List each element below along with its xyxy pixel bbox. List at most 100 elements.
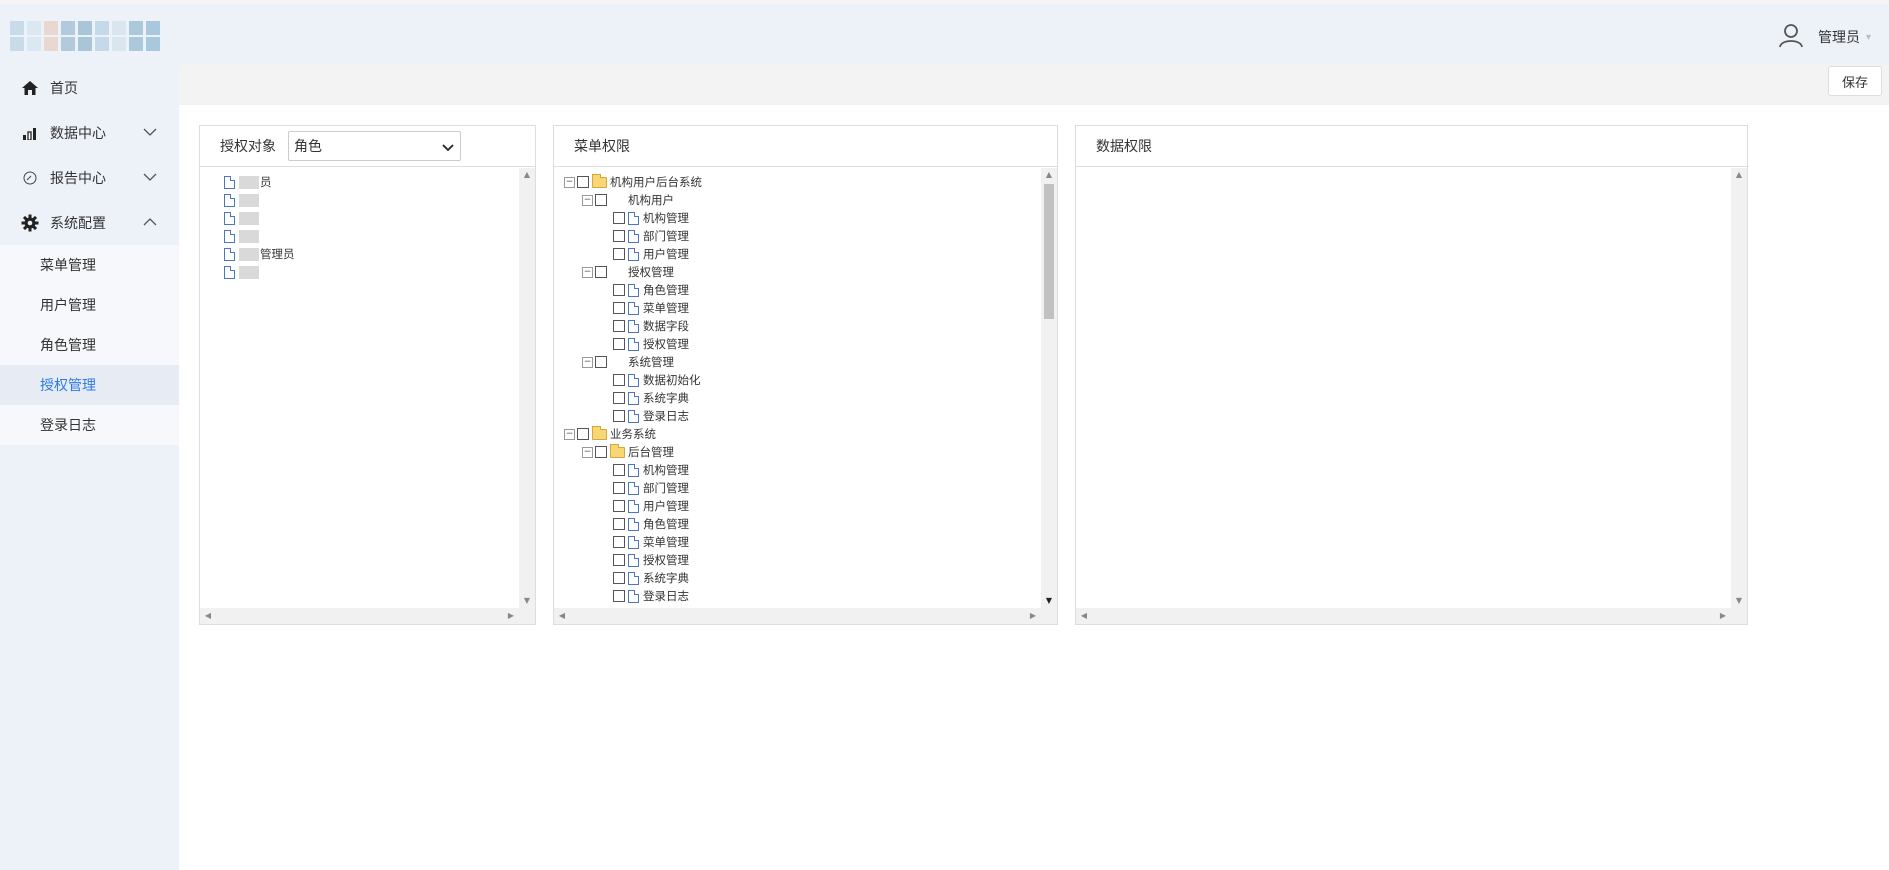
tree-checkbox[interactable] xyxy=(613,284,625,296)
horizontal-scrollbar[interactable]: ◀ ▶ xyxy=(554,608,1057,624)
tree-node-label[interactable]: 机构用户 xyxy=(628,192,674,208)
sidebar-item-menu-management[interactable]: 菜单管理 xyxy=(0,245,179,285)
collapse-toggle-icon[interactable]: − xyxy=(582,446,593,458)
tree-node-label[interactable]: 机构管理 xyxy=(643,462,689,478)
save-button[interactable]: 保存 xyxy=(1828,66,1882,96)
tree-node-label[interactable]: 部门管理 xyxy=(643,480,689,496)
tree-checkbox[interactable] xyxy=(595,446,607,458)
tree-node-label[interactable]: 登录日志 xyxy=(643,408,689,424)
tree-checkbox[interactable] xyxy=(613,554,625,566)
user-caret-icon[interactable]: ▾ xyxy=(1866,32,1871,43)
tree-node-label[interactable]: 系统管理 xyxy=(628,354,674,370)
tree-node-label[interactable]: 用户管理 xyxy=(643,498,689,514)
tree-node[interactable]: 登录日志 xyxy=(564,587,702,605)
tree-node[interactable]: 角色管理 xyxy=(564,515,702,533)
tree-checkbox[interactable] xyxy=(613,320,625,332)
user-menu[interactable]: 管理员 ▾ xyxy=(1778,22,1871,52)
collapse-toggle-icon[interactable]: − xyxy=(564,428,575,440)
user-avatar-icon[interactable] xyxy=(1778,22,1804,52)
tree-node[interactable]: 系统字典 xyxy=(564,389,702,407)
scroll-left-icon[interactable]: ◀ xyxy=(554,608,570,624)
scroll-right-icon[interactable]: ▶ xyxy=(1715,608,1731,624)
scroll-up-icon[interactable]: ▲ xyxy=(1731,168,1747,182)
role-item[interactable] xyxy=(224,191,295,209)
scroll-thumb[interactable] xyxy=(1044,184,1054,319)
chevron-up-icon[interactable] xyxy=(143,215,157,231)
chevron-down-icon[interactable] xyxy=(143,170,157,186)
horizontal-scrollbar[interactable]: ◀ ▶ xyxy=(200,608,535,624)
tree-node-label[interactable]: 部门管理 xyxy=(643,228,689,244)
tree-checkbox[interactable] xyxy=(613,410,625,422)
tree-node-label[interactable]: 数据初始化 xyxy=(643,372,701,388)
sidebar-item-system-config[interactable]: 系统配置 xyxy=(0,200,179,245)
tree-node-label[interactable]: 用户管理 xyxy=(643,246,689,262)
tree-checkbox[interactable] xyxy=(613,212,625,224)
tree-checkbox[interactable] xyxy=(613,536,625,548)
auth-object-select[interactable]: 角色 xyxy=(288,131,461,161)
tree-node[interactable]: − 系统管理 xyxy=(564,353,702,371)
tree-node-label[interactable]: 机构用户后台系统 xyxy=(610,174,702,190)
tree-node-label[interactable]: 登录日志 xyxy=(643,588,689,604)
scroll-right-icon[interactable]: ▶ xyxy=(1025,608,1041,624)
collapse-toggle-icon[interactable]: − xyxy=(582,194,593,206)
tree-node[interactable]: − 机构用户 xyxy=(564,191,702,209)
tree-node[interactable]: 部门管理 xyxy=(564,479,702,497)
role-item[interactable] xyxy=(224,209,295,227)
tree-node[interactable]: − 业务系统 xyxy=(564,425,702,443)
horizontal-scrollbar[interactable]: ◀ ▶ xyxy=(1076,608,1747,624)
tree-node-label[interactable]: 菜单管理 xyxy=(643,300,689,316)
tree-node[interactable]: 机构管理 xyxy=(564,461,702,479)
role-item[interactable]: 管理员 xyxy=(224,245,295,263)
tree-checkbox[interactable] xyxy=(595,266,607,278)
tree-checkbox[interactable] xyxy=(577,428,589,440)
tree-checkbox[interactable] xyxy=(613,482,625,494)
tree-checkbox[interactable] xyxy=(613,230,625,242)
tree-node-label[interactable]: 业务系统 xyxy=(610,426,656,442)
tree-checkbox[interactable] xyxy=(613,572,625,584)
tree-node-label[interactable]: 系统字典 xyxy=(643,570,689,586)
sidebar-item-report-center[interactable]: 报告中心 xyxy=(0,155,179,200)
scroll-down-icon[interactable]: ▼ xyxy=(1731,594,1747,608)
tree-node[interactable]: 部门管理 xyxy=(564,227,702,245)
user-name[interactable]: 管理员 xyxy=(1818,27,1860,47)
tree-node[interactable]: 机构管理 xyxy=(564,209,702,227)
sidebar-item-login-log[interactable]: 登录日志 xyxy=(0,405,179,445)
sidebar-item-role-management[interactable]: 角色管理 xyxy=(0,325,179,365)
tree-node[interactable]: 授权管理 xyxy=(564,335,702,353)
tree-node[interactable]: 数据初始化 xyxy=(564,371,702,389)
sidebar-item-data-center[interactable]: 数据中心 xyxy=(0,110,179,155)
vertical-scrollbar[interactable]: ▲ ▼ xyxy=(519,168,535,608)
scroll-down-icon[interactable]: ▼ xyxy=(1041,594,1057,608)
tree-node[interactable]: 授权管理 xyxy=(564,551,702,569)
tree-node[interactable]: 登录日志 xyxy=(564,407,702,425)
collapse-toggle-icon[interactable]: − xyxy=(582,356,593,368)
tree-node-label[interactable]: 机构管理 xyxy=(643,210,689,226)
tree-node-label[interactable]: 后台管理 xyxy=(628,444,674,460)
scroll-right-icon[interactable]: ▶ xyxy=(503,608,519,624)
tree-node[interactable]: 菜单管理 xyxy=(564,533,702,551)
tree-node-label[interactable]: 角色管理 xyxy=(643,282,689,298)
vertical-scrollbar[interactable]: ▲ ▼ xyxy=(1041,168,1057,608)
tree-node-label[interactable]: 授权管理 xyxy=(643,552,689,568)
tree-checkbox[interactable] xyxy=(613,248,625,260)
tree-checkbox[interactable] xyxy=(613,374,625,386)
tree-node-label[interactable]: 角色管理 xyxy=(643,516,689,532)
tree-node[interactable]: 用户管理 xyxy=(564,245,702,263)
tree-node-label[interactable]: 数据字段 xyxy=(643,318,689,334)
tree-checkbox[interactable] xyxy=(595,356,607,368)
role-item[interactable] xyxy=(224,227,295,245)
scroll-down-icon[interactable]: ▼ xyxy=(519,594,535,608)
tree-checkbox[interactable] xyxy=(613,590,625,602)
tree-checkbox[interactable] xyxy=(613,464,625,476)
role-item[interactable] xyxy=(224,263,295,281)
scroll-left-icon[interactable]: ◀ xyxy=(1076,608,1092,624)
tree-checkbox[interactable] xyxy=(613,392,625,404)
tree-checkbox[interactable] xyxy=(613,338,625,350)
sidebar-item-user-management[interactable]: 用户管理 xyxy=(0,285,179,325)
sidebar-item-auth-management[interactable]: 授权管理 xyxy=(0,365,179,405)
scroll-left-icon[interactable]: ◀ xyxy=(200,608,216,624)
scroll-up-icon[interactable]: ▲ xyxy=(519,168,535,182)
tree-checkbox[interactable] xyxy=(595,194,607,206)
tree-node[interactable]: 用户管理 xyxy=(564,497,702,515)
sidebar-item-home[interactable]: 首页 xyxy=(0,65,179,110)
